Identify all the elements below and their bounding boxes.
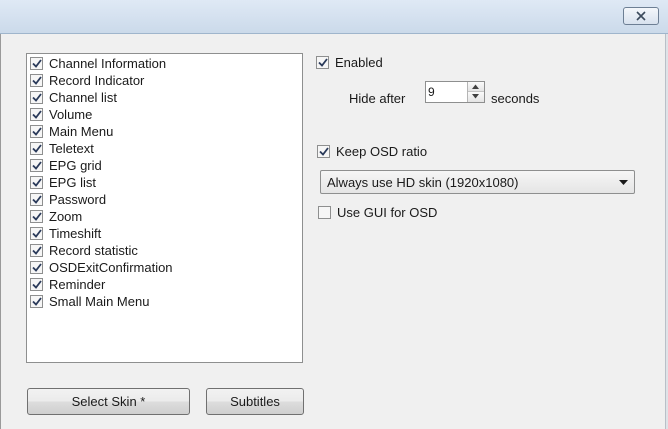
checkmark-icon bbox=[31, 144, 42, 153]
checkbox[interactable] bbox=[30, 142, 43, 155]
list-item[interactable]: EPG grid bbox=[30, 157, 102, 174]
window-left-edge bbox=[0, 34, 1, 429]
checkmark-icon bbox=[31, 127, 42, 136]
hide-after-value[interactable]: 9 bbox=[428, 85, 435, 99]
list-item[interactable]: Reminder bbox=[30, 276, 105, 293]
list-item-label: EPG grid bbox=[49, 158, 102, 173]
checkmark-icon bbox=[31, 229, 42, 238]
list-item-label: Channel list bbox=[49, 90, 117, 105]
use-gui-for-osd-label: Use GUI for OSD bbox=[337, 205, 438, 220]
list-item-label: Timeshift bbox=[49, 226, 102, 241]
enabled-checkbox-row[interactable]: Enabled bbox=[316, 55, 383, 70]
select-skin-label: Select Skin * bbox=[71, 394, 146, 409]
list-item[interactable]: Channel list bbox=[30, 89, 117, 106]
checkbox[interactable] bbox=[30, 193, 43, 206]
list-item-label: Password bbox=[49, 192, 107, 207]
list-item[interactable]: Teletext bbox=[30, 140, 94, 157]
chevron-down-icon bbox=[619, 180, 628, 185]
subtitles-button[interactable]: Subtitles bbox=[206, 388, 304, 415]
checkmark-icon bbox=[31, 263, 42, 272]
checkbox[interactable] bbox=[30, 244, 43, 257]
list-item-label: Record statistic bbox=[49, 243, 138, 258]
checkmark-icon bbox=[31, 212, 42, 221]
checkmark-icon bbox=[31, 280, 42, 289]
list-item-label: Teletext bbox=[49, 141, 94, 156]
arrow-up-icon bbox=[472, 84, 479, 89]
checkmark-icon bbox=[318, 147, 329, 156]
use-gui-row[interactable]: Use GUI for OSD bbox=[318, 205, 437, 220]
keep-osd-ratio-row[interactable]: Keep OSD ratio bbox=[317, 144, 427, 159]
list-item-label: Channel Information bbox=[49, 56, 167, 71]
checkbox[interactable] bbox=[30, 57, 43, 70]
list-item[interactable]: OSDExitConfirmation bbox=[30, 259, 173, 276]
checkbox[interactable] bbox=[30, 261, 43, 274]
close-icon bbox=[636, 11, 646, 21]
skin-select[interactable]: Always use HD skin (1920x1080) bbox=[320, 170, 635, 194]
checkmark-icon bbox=[31, 76, 42, 85]
skin-select-value: Always use HD skin (1920x1080) bbox=[327, 175, 519, 190]
hide-after-spinner[interactable]: 9 bbox=[425, 81, 485, 103]
checkbox[interactable] bbox=[30, 91, 43, 104]
enabled-label: Enabled bbox=[335, 55, 383, 70]
checkmark-icon bbox=[31, 178, 42, 187]
list-item[interactable]: Timeshift bbox=[30, 225, 101, 242]
arrow-down-icon bbox=[472, 94, 479, 99]
checkmark-icon bbox=[31, 195, 42, 204]
list-item-label: OSDExitConfirmation bbox=[49, 260, 173, 275]
checkbox[interactable] bbox=[30, 125, 43, 138]
list-item[interactable]: Volume bbox=[30, 106, 92, 123]
list-item-label: Zoom bbox=[49, 209, 83, 224]
checkmark-icon bbox=[31, 110, 42, 119]
list-item[interactable]: Small Main Menu bbox=[30, 293, 149, 310]
list-item[interactable]: Record statistic bbox=[30, 242, 138, 259]
checkbox[interactable] bbox=[30, 210, 43, 223]
list-item-label: EPG list bbox=[49, 175, 96, 190]
spin-up-button[interactable] bbox=[468, 82, 484, 92]
seconds-label: seconds bbox=[491, 91, 540, 106]
checkmark-icon bbox=[31, 161, 42, 170]
spin-down-button[interactable] bbox=[468, 92, 484, 102]
title-bar bbox=[0, 0, 668, 34]
list-item[interactable]: Zoom bbox=[30, 208, 82, 225]
hide-after-label: Hide after bbox=[349, 91, 406, 106]
list-item[interactable]: EPG list bbox=[30, 174, 96, 191]
list-item-label: Record Indicator bbox=[49, 73, 145, 88]
list-item[interactable]: Main Menu bbox=[30, 123, 113, 140]
checkmark-icon bbox=[31, 246, 42, 255]
checkbox[interactable] bbox=[30, 227, 43, 240]
checkbox[interactable] bbox=[30, 108, 43, 121]
checkbox[interactable] bbox=[30, 278, 43, 291]
checkbox[interactable] bbox=[30, 295, 43, 308]
list-item-label: Small Main Menu bbox=[49, 294, 150, 309]
keep-osd-ratio-checkbox[interactable] bbox=[317, 145, 330, 158]
close-button[interactable] bbox=[623, 7, 659, 25]
list-item-label: Volume bbox=[49, 107, 93, 122]
keep-osd-ratio-label: Keep OSD ratio bbox=[336, 144, 428, 159]
checkbox[interactable] bbox=[30, 176, 43, 189]
checkmark-icon bbox=[31, 93, 42, 102]
osd-elements-list[interactable]: Channel Information Record Indicator Cha… bbox=[26, 53, 303, 363]
list-item[interactable]: Channel Information bbox=[30, 55, 166, 72]
enabled-checkbox[interactable] bbox=[316, 56, 329, 69]
list-item[interactable]: Record Indicator bbox=[30, 72, 144, 89]
spinner-buttons bbox=[467, 82, 484, 102]
list-item-label: Main Menu bbox=[49, 124, 114, 139]
checkbox[interactable] bbox=[30, 74, 43, 87]
checkmark-icon bbox=[317, 58, 328, 67]
use-gui-for-osd-checkbox[interactable] bbox=[318, 206, 331, 219]
list-item[interactable]: Password bbox=[30, 191, 106, 208]
checkmark-icon bbox=[31, 59, 42, 68]
list-item-label: Reminder bbox=[49, 277, 106, 292]
checkmark-icon bbox=[31, 297, 42, 306]
checkbox[interactable] bbox=[30, 159, 43, 172]
select-skin-button[interactable]: Select Skin * bbox=[27, 388, 190, 415]
subtitles-label: Subtitles bbox=[230, 394, 280, 409]
